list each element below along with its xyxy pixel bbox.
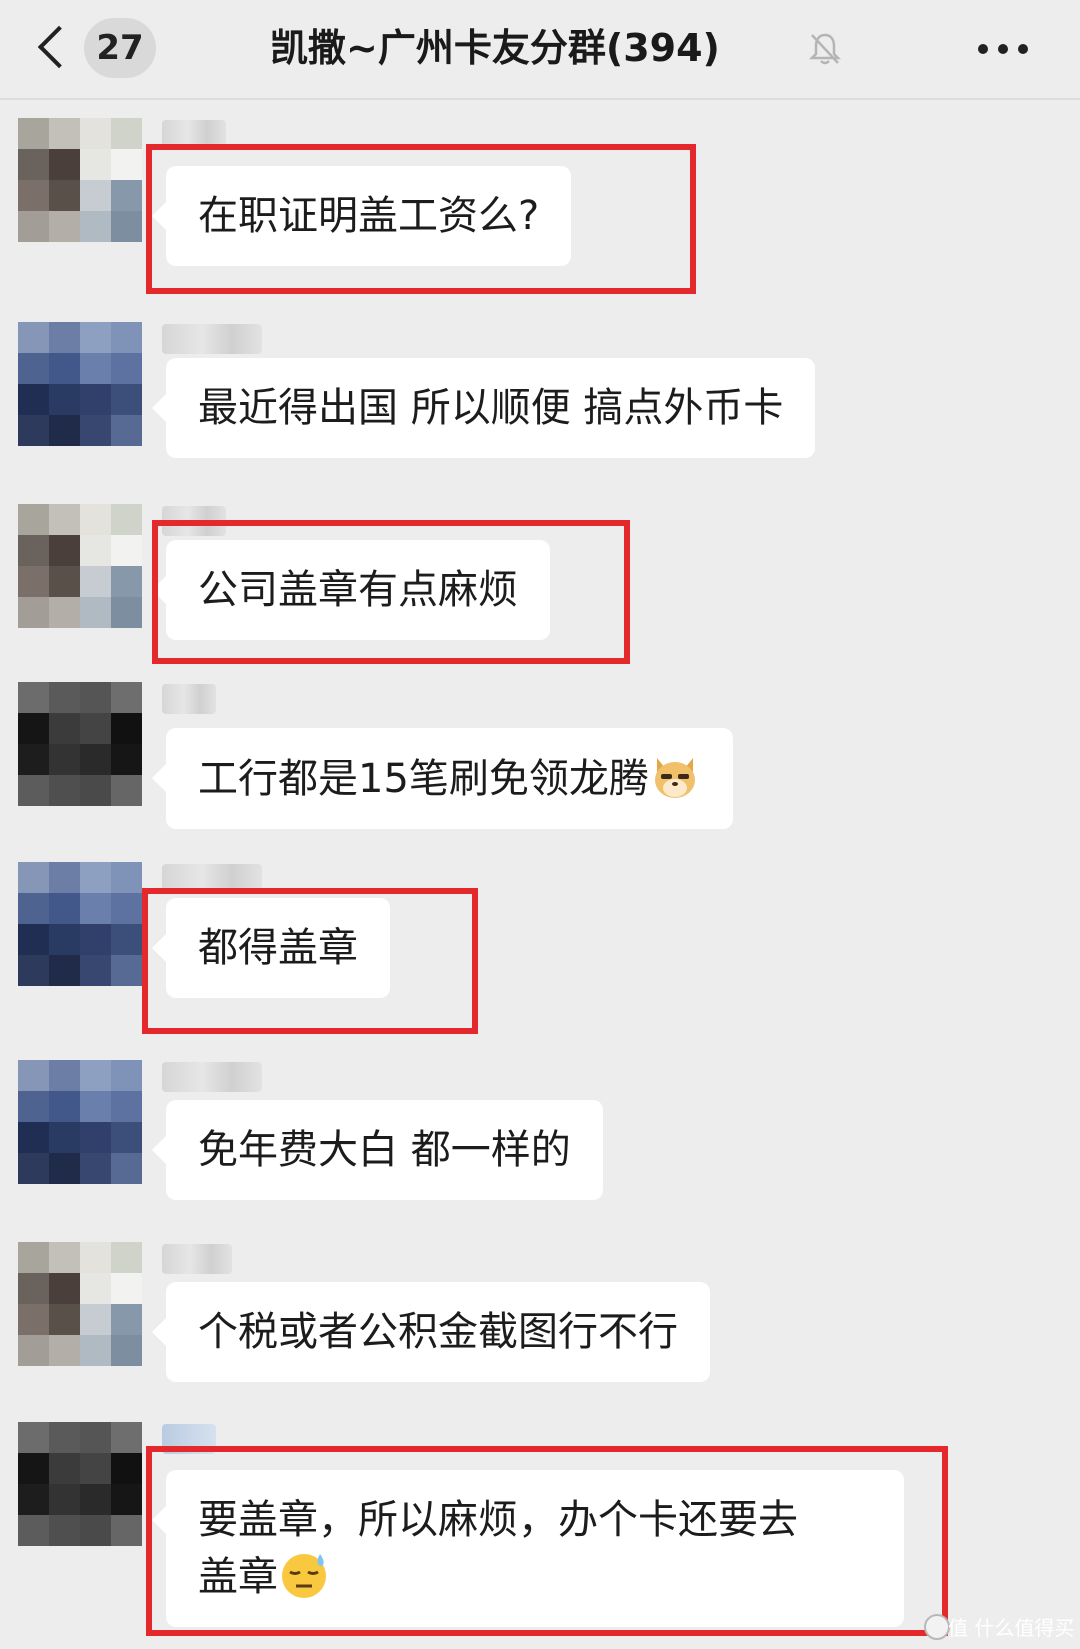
message-text-line1: 要盖章，所以麻烦，办个卡还要去 [198, 1497, 798, 1543]
watermark-logo-icon [924, 1614, 950, 1640]
chat-title[interactable]: 凯撒~广州卡友分群(394) [270, 20, 810, 76]
bell-off-icon [808, 33, 842, 65]
chat-header: 27 凯撒~广州卡友分群(394) [0, 0, 1080, 100]
avatar[interactable] [18, 682, 142, 806]
unread-count-badge: 27 [84, 18, 156, 78]
sender-name-blurred [162, 684, 216, 714]
avatar[interactable] [18, 1242, 142, 1366]
more-dots-icon [978, 44, 988, 54]
avatar[interactable] [18, 862, 142, 986]
avatar[interactable] [18, 118, 142, 242]
message-bubble[interactable]: 工行都是15笔刷免领龙腾 [152, 728, 733, 829]
more-dot [998, 44, 1008, 54]
message-bubble[interactable]: 最近得出国 所以顺便 搞点外币卡 [151, 358, 816, 458]
doge-emoji-icon [654, 758, 695, 798]
avatar[interactable] [18, 504, 142, 628]
back-button[interactable]: 27 [30, 18, 160, 78]
avatar[interactable] [18, 1422, 142, 1546]
more-options-button[interactable] [976, 28, 1036, 68]
sender-name-blurred [162, 324, 262, 354]
message-bubble[interactable]: 公司盖章有点麻烦 [152, 540, 550, 640]
message-text-line2: 盖章 [198, 1554, 278, 1600]
message-bubble[interactable]: 要盖章，所以麻烦，办个卡还要去 盖章 [152, 1470, 904, 1627]
avatar[interactable] [18, 322, 142, 446]
watermark-text: 值 什么值得买 [948, 1616, 1075, 1640]
avatar[interactable] [18, 1060, 142, 1184]
message-bubble[interactable]: 个税或者公积金截图行不行 [152, 1282, 710, 1382]
sweat-smile-emoji-icon [282, 1554, 326, 1598]
sender-name-blurred [162, 1062, 262, 1092]
chevron-left-icon [37, 25, 81, 69]
message-bubble[interactable]: 都得盖章 [152, 898, 390, 998]
sender-name-blurred [162, 864, 262, 894]
more-dot [1018, 44, 1028, 54]
sender-name-blurred [162, 1424, 216, 1454]
sender-name-blurred [162, 120, 226, 150]
sender-name-blurred [162, 506, 226, 536]
message-bubble[interactable]: 免年费大白 都一样的 [152, 1100, 603, 1200]
message-bubble[interactable]: 在职证明盖工资么? [151, 166, 572, 266]
message-text: 工行都是15笔刷免领龙腾 [198, 756, 649, 802]
sender-name-blurred [162, 1244, 232, 1274]
